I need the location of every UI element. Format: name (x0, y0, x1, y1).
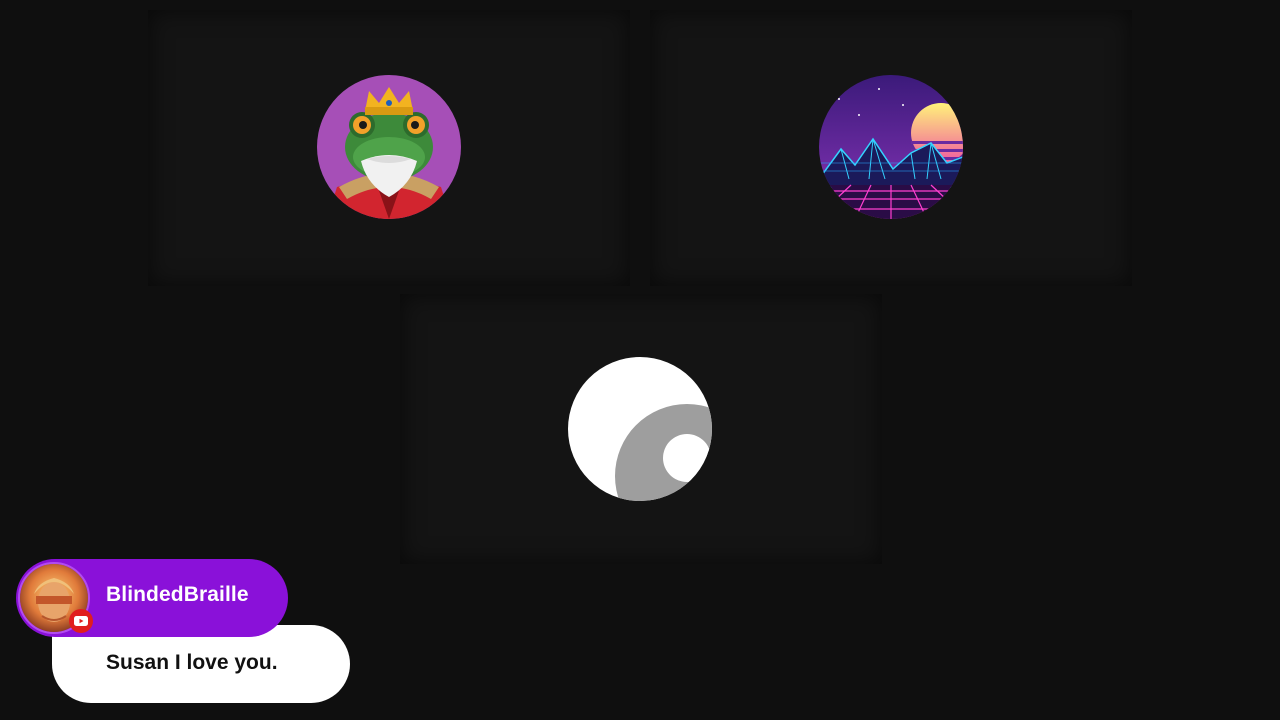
message-text: Susan I love you. (106, 651, 278, 674)
participant-tile-1[interactable] (148, 10, 630, 286)
default-user-avatar (568, 357, 712, 501)
participant-tile-2[interactable] (650, 10, 1132, 286)
frog-king-avatar (317, 75, 461, 219)
username-pill: BlindedBraille (16, 559, 288, 637)
call-stage: Susan I love you. BlindedBraille (0, 0, 1280, 720)
participant-tile-3[interactable] (400, 294, 882, 564)
account-circle-icon (615, 404, 712, 501)
youtube-icon (69, 609, 93, 633)
synthwave-mountain-avatar (819, 75, 963, 219)
chat-username: BlindedBraille (106, 583, 249, 606)
